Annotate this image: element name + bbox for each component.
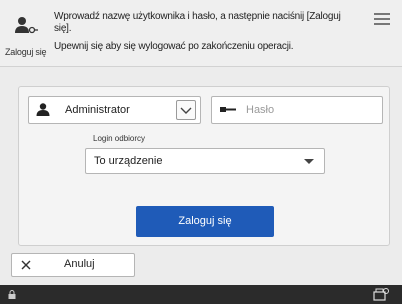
close-icon	[21, 260, 31, 270]
user-icon	[36, 103, 50, 116]
chevron-down-icon	[180, 107, 192, 114]
key-icon	[220, 107, 236, 112]
password-placeholder: Hasło	[246, 104, 275, 116]
logout-reminder-text: Upewnij się aby się wylogować po zakończ…	[54, 41, 294, 52]
login-target-select[interactable]: To urządzenie	[85, 148, 325, 174]
password-field[interactable]: Hasło	[211, 96, 383, 124]
status-bar	[0, 285, 402, 304]
login-target-value: To urządzenie	[94, 155, 163, 167]
username-select[interactable]: Administrator	[28, 96, 201, 124]
username-value: Administrator	[65, 104, 130, 116]
cancel-label: Anuluj	[64, 258, 95, 270]
login-label: Zaloguj się	[5, 47, 47, 57]
login-button[interactable]: Zaloguj się	[136, 206, 274, 237]
menu-icon[interactable]	[374, 13, 390, 25]
instruction-text: Wprowadź nazwę użytkownika i hasło, a na…	[54, 11, 341, 34]
user-key-icon	[15, 17, 38, 34]
header-bar: Zaloguj się Wprowadź nazwę użytkownika i…	[0, 0, 402, 67]
caret-down-icon	[304, 159, 314, 164]
login-panel: Administrator Hasło Login odbiorcy To ur…	[18, 86, 390, 246]
device-status-icon[interactable]	[373, 287, 389, 302]
cancel-button[interactable]: Anuluj	[11, 253, 135, 277]
username-dropdown-button[interactable]	[176, 100, 196, 120]
lock-icon	[8, 290, 16, 299]
login-target-label: Login odbiorcy	[93, 134, 146, 143]
